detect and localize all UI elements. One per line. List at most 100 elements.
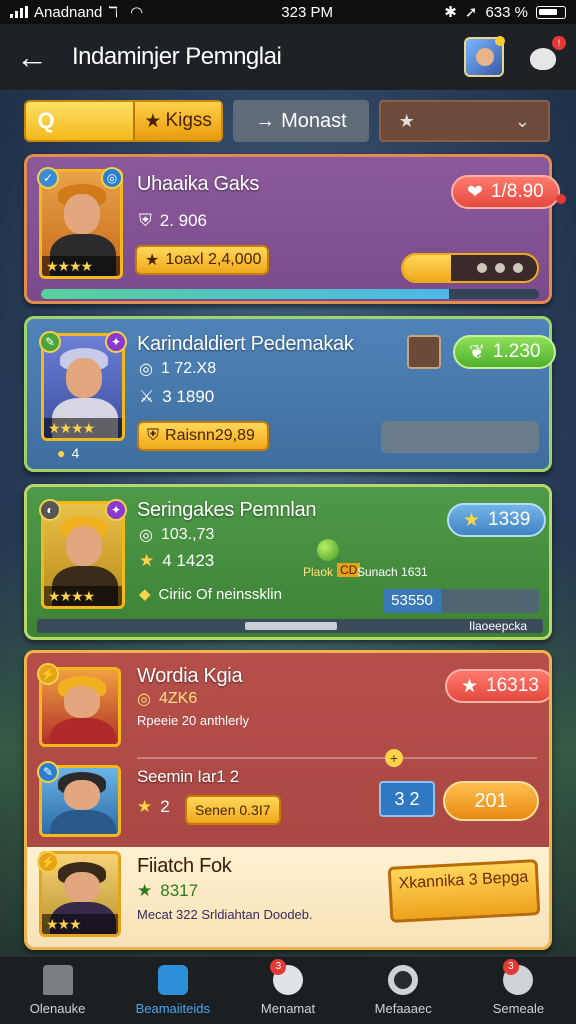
network-icon: ℸ xyxy=(108,4,119,21)
rating-stars: ★★★ xyxy=(42,914,118,934)
kings-filter-button[interactable]: ★ Kigss xyxy=(133,102,222,140)
third-hero-name: Fiiatch Fok xyxy=(137,855,232,877)
filter-bar: Q ★ Kigss → Monast ★ ⌄ xyxy=(24,100,550,144)
nav-home[interactable]: Olenauke xyxy=(0,957,115,1024)
page-title: Indaminjer Pemnglai xyxy=(72,43,282,70)
notifications-icon[interactable]: ! xyxy=(526,36,566,74)
alert-dot xyxy=(556,194,566,204)
nav-settings[interactable]: Mefaaaec xyxy=(346,957,461,1024)
hero-stat: ⚔ 3 1890 xyxy=(139,387,215,406)
monast-filter-button[interactable]: → Monast xyxy=(233,100,369,142)
crossed-swords-icon: ⚔ xyxy=(139,387,155,406)
shield-icon: ⛨ xyxy=(147,427,160,444)
status-bar: Anadnand ℸ ◠ 323 PM ✱ ➚ 633 % xyxy=(0,0,576,24)
clock: 323 PM xyxy=(281,3,333,21)
element-badge-icon: ✦ xyxy=(105,499,127,521)
heart-icon: ❤ xyxy=(467,181,483,203)
coin-count: ● 4 xyxy=(57,445,80,461)
gear-icon xyxy=(388,965,419,995)
leaf-icon: ❦ xyxy=(469,341,485,363)
rating-stars: ★★★★ xyxy=(44,418,122,438)
gem-icon xyxy=(317,539,339,561)
class-badge-icon: ⚡ xyxy=(37,851,59,873)
nav-messages[interactable]: 3 Menamat xyxy=(230,957,345,1024)
card-scroll-track[interactable] xyxy=(37,619,543,633)
hero-stat: ⛨ 2. 906 xyxy=(139,211,208,230)
footer-label: Ilaoeepcka xyxy=(469,619,528,633)
bottom-navigation: Olenauke Beamaiiteids 3 Menamat Mefaaaec… xyxy=(0,956,576,1024)
hero-name: Uhaaika Gaks xyxy=(137,173,260,195)
nav-tools[interactable]: Beamaiiteids xyxy=(115,957,230,1024)
price-button[interactable]: ★ 1339 xyxy=(447,503,547,537)
price-button[interactable]: ❦ 1.230 xyxy=(453,335,557,369)
class-badge-icon: ◐ xyxy=(39,499,61,521)
chevron-down-icon: ⌄ xyxy=(514,110,530,131)
add-icon[interactable]: + xyxy=(385,749,403,767)
second-gold-pill[interactable]: Senen 0.3I7 xyxy=(185,795,281,825)
star-icon: ★ xyxy=(144,110,162,132)
nav-profile[interactable]: 3 Semeale xyxy=(461,957,576,1024)
class-badge-icon: ✎ xyxy=(37,761,59,783)
gold-value-pill[interactable]: ★ 1oaxl 2,4,000 xyxy=(135,245,269,275)
diamond-icon: ◆ xyxy=(139,586,151,603)
hero-card-3[interactable]: ★★★★ ◐ ✦ Seringakes Pemnlan ◎ 103.,73 ★ … xyxy=(24,484,552,640)
third-hero-value: ★ 8317 xyxy=(137,881,199,900)
event-banner[interactable]: Xkannika 3 Bepga xyxy=(387,859,541,923)
companion-icon xyxy=(407,335,441,369)
price-button[interactable]: ★ 16313 xyxy=(445,669,549,703)
home-icon xyxy=(42,965,73,995)
wifi-icon: ◠ xyxy=(130,4,144,21)
shield-icon: ⛨ xyxy=(139,211,152,230)
hero-card-2[interactable]: ★★★★ ✎ ✦ Karindaldiert Pedemakak ◎ 1 72.… xyxy=(24,316,557,472)
search-field[interactable]: Q ★ Kigss xyxy=(24,100,224,142)
star-icon: ★ xyxy=(145,252,160,269)
kings-filter-label: Kigss xyxy=(165,110,212,131)
sort-dropdown[interactable]: ★ ⌄ xyxy=(378,100,550,142)
xp-progress-bar xyxy=(41,289,539,299)
empty-slot xyxy=(381,421,539,453)
star-icon: ★ xyxy=(463,509,481,531)
star-icon: ★ xyxy=(139,551,155,570)
notification-badge: ! xyxy=(552,36,566,50)
battery-icon xyxy=(536,5,566,19)
location-icon: ➚ xyxy=(464,4,478,21)
orb-icon: ◎ xyxy=(139,361,153,378)
hero-name: Seringakes Pemnlan xyxy=(137,499,317,521)
mid-right-label: Sunach 1631 xyxy=(357,565,428,579)
rating-stars: ★★★★ xyxy=(44,586,122,606)
orb-icon: ◎ xyxy=(139,527,153,544)
hero-card-1[interactable]: ★★★★ ✓ ◎ Uhaaika Gaks ⛨ 2. 906 ★ 1oaxl 2… xyxy=(24,154,560,304)
battery-percent: 633 % xyxy=(485,3,528,21)
element-badge-icon: ◎ xyxy=(101,167,123,189)
gold-value-pill[interactable]: ⛨ Raisnn29,89 xyxy=(137,421,269,451)
hero-card-4[interactable]: ⚡ Wordia Kgia ◎ 4ZK6 Rpeeie 20 anthlerly… xyxy=(24,650,552,950)
app-header: ← Indaminjer Pemnglai ! xyxy=(0,24,576,90)
hero-name: Karindaldiert Pedemakak xyxy=(137,333,354,355)
player-avatar[interactable] xyxy=(464,36,505,77)
second-buy-button[interactable]: 201 xyxy=(443,781,539,821)
back-arrow-icon[interactable]: ← xyxy=(16,39,66,76)
star-icon: ★ xyxy=(137,797,153,816)
hero-detail: Rpeeie 20 anthlerly xyxy=(137,713,250,728)
third-hero-detail: Mecat 322 Srldiahtan Doodeb. xyxy=(137,907,313,922)
value-box: 53550 xyxy=(383,589,539,613)
tools-icon xyxy=(157,965,188,995)
arrow-right-icon: → xyxy=(255,109,276,132)
star-icon: ★ xyxy=(137,881,153,900)
card-scroll-thumb[interactable] xyxy=(245,622,337,630)
search-icon: Q xyxy=(37,108,55,133)
nav-badge: 3 xyxy=(502,959,519,975)
star-icon: ★ xyxy=(461,675,479,697)
bluetooth-icon: ✱ xyxy=(444,4,457,21)
divider xyxy=(137,757,537,759)
class-badge-icon: ✓ xyxy=(37,167,59,189)
price-button[interactable]: ❤ 1/8.90 xyxy=(451,175,560,209)
second-action-button[interactable]: 3 2 xyxy=(379,781,435,817)
coin-icon: ● xyxy=(57,445,66,461)
element-badge-icon: ✦ xyxy=(105,331,127,353)
hero-name: Wordia Kgia xyxy=(137,665,243,687)
hero-stat: ★ 4 1423 xyxy=(139,551,215,570)
mid-left-label: Plaok xyxy=(303,565,334,579)
upgrade-toggle[interactable] xyxy=(401,253,539,283)
rating-stars: ★★★★ xyxy=(42,256,120,276)
